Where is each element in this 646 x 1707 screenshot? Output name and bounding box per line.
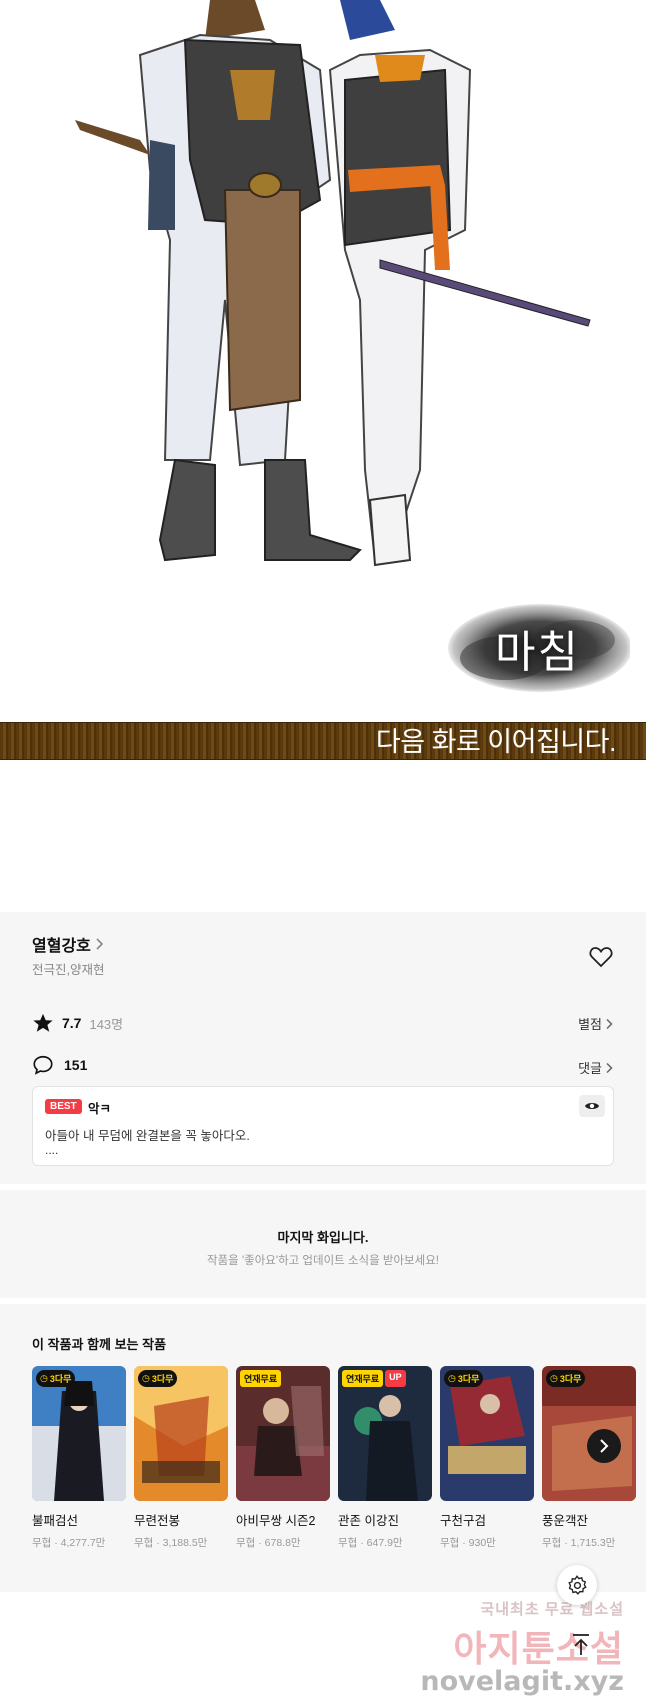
free-serial-badge: 연재무료 — [240, 1370, 282, 1387]
continue-banner: 다음 화로 이어집니다. — [0, 722, 646, 760]
recommendations-title: 이 작품과 함께 보는 작품 — [32, 1337, 167, 1352]
carousel-next-button[interactable] — [587, 1429, 621, 1463]
best-comment-user: 악ㅋ — [88, 1102, 112, 1116]
chevron-right-icon — [606, 1018, 613, 1029]
up-badge: UP — [385, 1370, 406, 1387]
comment-icon — [33, 1055, 53, 1075]
recommendation-card[interactable]: ◷ 3다무 풍운객잔 무협 · 1,715.3만 — [542, 1366, 636, 1550]
spoiler-toggle-button[interactable] — [579, 1095, 605, 1117]
recommendation-card[interactable]: 연재무료 아비무쌍 시즌2 무협 · 678.8만 — [236, 1366, 330, 1550]
end-stamp-text: 마침 — [495, 627, 580, 678]
recommendation-card[interactable]: ◷ 3다무 불패검선 무협 · 4,277.7만 — [32, 1366, 126, 1550]
comment-row: 151 — [32, 1054, 87, 1076]
like-button[interactable] — [588, 944, 614, 970]
comment-link-label: 댓글 — [578, 1061, 602, 1076]
recommendation-thumbnail: 연재무료 — [236, 1366, 330, 1501]
recommendation-card[interactable]: ◷ 3다무 무련전봉 무협 · 3,188.5만 — [134, 1366, 228, 1550]
free-serial-badge: 연재무료 — [342, 1370, 384, 1387]
badge-group: ◷ 3다무 — [444, 1370, 484, 1387]
recommendation-name: 관존 이강진 — [338, 1514, 399, 1528]
best-comment-more: .... — [45, 1143, 59, 1157]
work-title-link[interactable]: 열혈강호 — [32, 932, 105, 956]
free-wait-badge: ◷ 3다무 — [546, 1370, 586, 1387]
comment-link[interactable]: 댓글 — [578, 1058, 614, 1077]
recommendation-meta: 무협 · 1,715.3만 — [542, 1537, 616, 1549]
recommendation-name: 불패검선 — [32, 1514, 79, 1528]
chevron-right-icon — [606, 1062, 613, 1073]
recommendation-card[interactable]: 연재무료 UP 관존 이강진 무협 · 647.9만 — [338, 1366, 432, 1550]
chevron-right-icon — [600, 1439, 609, 1453]
badge-group: ◷ 3다무 — [546, 1370, 586, 1387]
work-info-section: 열혈강호 전극진,양재현 7.7 143명 별점 151 댓글 BEST 악ㅋ … — [0, 912, 646, 1184]
recommendation-thumbnail: ◷ 3다무 — [440, 1366, 534, 1501]
recommendation-thumbnail: ◷ 3다무 — [32, 1366, 126, 1501]
continue-text: 다음 화로 이어집니다. — [375, 727, 617, 757]
recommendation-thumbnail: ◷ 3다무 — [134, 1366, 228, 1501]
viewer-page: 마침 다음 화로 이어집니다. 열혈강호 전극진,양재현 7.7 143명 별점… — [0, 0, 646, 1707]
rating-value: 7.7 — [62, 1015, 82, 1031]
comic-panel: 마침 다음 화로 이어집니다. — [0, 0, 646, 760]
scroll-top-button[interactable] — [564, 1628, 598, 1662]
recommendation-meta: 무협 · 4,277.7만 — [32, 1537, 106, 1549]
badge-group: ◷ 3다무 — [138, 1370, 178, 1387]
recommendation-name: 구천구검 — [440, 1514, 487, 1528]
recommendation-meta: 무협 · 678.8만 — [236, 1537, 301, 1549]
watermark-line-3: novelagit.xyz — [420, 1666, 624, 1697]
watermark: 국내최초 무료 웹소설 아지툰소설 novelagit.xyz — [420, 1590, 646, 1707]
heart-icon — [589, 947, 613, 968]
recommendation-meta: 무협 · 930만 — [440, 1537, 496, 1549]
star-icon — [33, 1013, 53, 1032]
work-title: 열혈강호 — [32, 938, 91, 955]
recommendation-thumbnail: ◷ 3다무 — [542, 1366, 636, 1501]
clock-icon: ◷ — [448, 1373, 456, 1383]
eye-icon — [585, 1103, 599, 1109]
rating-link-label: 별점 — [578, 1017, 602, 1032]
settings-icon — [568, 1575, 587, 1595]
recommendation-meta: 무협 · 3,188.5만 — [134, 1537, 208, 1549]
watermark-line-1: 국내최초 무료 웹소설 — [480, 1601, 624, 1618]
badge-group: 연재무료 — [240, 1370, 282, 1387]
rating-row: 7.7 143명 — [32, 1012, 123, 1034]
comment-count: 151 — [64, 1057, 88, 1073]
clock-icon: ◷ — [40, 1373, 48, 1383]
work-authors: 전극진,양재현 — [32, 963, 105, 977]
comic-illustration — [75, 0, 591, 567]
last-episode-title: 마지막 화입니다. — [277, 1230, 369, 1245]
end-stamp: 마침 — [445, 600, 630, 696]
watermark-line-2: 아지툰소설 — [453, 1628, 624, 1669]
badge-group: 연재무료 UP — [342, 1370, 406, 1387]
free-wait-badge: ◷ 3다무 — [36, 1370, 76, 1387]
free-wait-badge: ◷ 3다무 — [138, 1370, 178, 1387]
last-episode-subtitle: 작품을 '좋아요'하고 업데이트 소식을 받아보세요! — [207, 1255, 439, 1267]
recommendation-name: 풍운객잔 — [542, 1514, 589, 1528]
arrow-up-icon — [573, 1634, 589, 1655]
rating-count: 143명 — [89, 1016, 124, 1032]
recommendation-name: 아비무쌍 시즌2 — [236, 1514, 316, 1528]
rating-link[interactable]: 별점 — [578, 1014, 614, 1033]
last-episode-section: 마지막 화입니다. 작품을 '좋아요'하고 업데이트 소식을 받아보세요! — [0, 1190, 646, 1298]
clock-icon: ◷ — [142, 1373, 150, 1383]
free-wait-badge: ◷ 3다무 — [444, 1370, 484, 1387]
chevron-right-icon — [96, 938, 104, 950]
recommendation-meta: 무협 · 647.9만 — [338, 1537, 403, 1549]
best-comment-text: 아들아 내 무덤에 완결본을 꼭 놓아다오. — [45, 1129, 250, 1143]
best-comment-card[interactable]: BEST 악ㅋ 아들아 내 무덤에 완결본을 꼭 놓아다오. .... — [32, 1086, 614, 1166]
recommendation-name: 무련전봉 — [134, 1514, 181, 1528]
recommendation-thumbnail: 연재무료 UP — [338, 1366, 432, 1501]
viewer-settings-button[interactable] — [557, 1565, 597, 1605]
recommendation-card[interactable]: ◷ 3다무 구천구검 무협 · 930만 — [440, 1366, 534, 1550]
badge-group: ◷ 3다무 — [36, 1370, 76, 1387]
clock-icon: ◷ — [550, 1373, 558, 1383]
best-badge: BEST — [45, 1099, 82, 1114]
recommendations-section: 이 작품과 함께 보는 작품 ◷3다무 불패검선 무협 · 4,277.7만 — [0, 1304, 646, 1592]
